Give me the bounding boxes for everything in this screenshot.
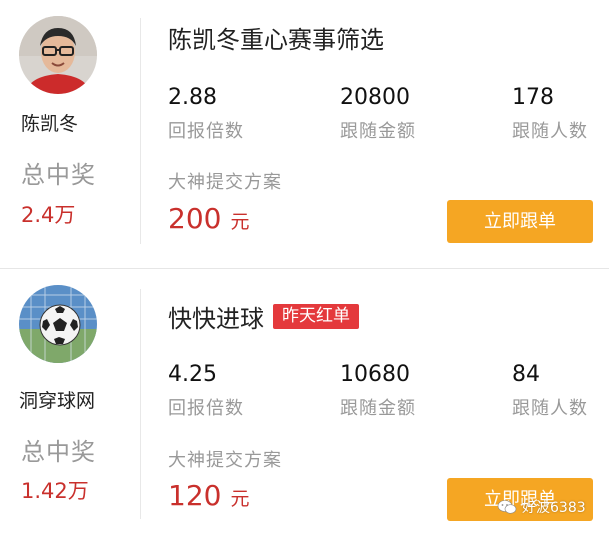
plan-label: 大神提交方案 (168, 450, 282, 471)
stat-value: 20800 (340, 85, 410, 110)
stat-label: 回报倍数 (168, 398, 244, 419)
column-divider (140, 18, 141, 244)
plan-title-row: 陈凯冬重心赛事筛选 (168, 20, 384, 55)
amount-unit: 元 (230, 488, 250, 510)
plan-title[interactable]: 快快进球 (168, 299, 264, 334)
user-photo-icon (19, 16, 97, 94)
stat-label: 跟随金额 (340, 398, 416, 419)
plan-amount: 200 元 (168, 202, 249, 235)
stat-follow-amount: 20800 跟随金额 (340, 85, 416, 143)
column-divider (140, 289, 141, 519)
wechat-icon (497, 500, 517, 514)
stat-value: 178 (512, 85, 554, 110)
follow-now-button[interactable]: 立即跟单 (447, 200, 593, 243)
amount-unit: 元 (230, 211, 250, 233)
stat-value: 84 (512, 362, 540, 387)
expert-profile: 陈凯冬 总中奖 2.4万 (0, 0, 118, 268)
stat-label: 跟随人数 (512, 121, 588, 142)
total-win-value: 2.4万 (21, 203, 76, 227)
expert-card: 洞穿球网 总中奖 1.42万 快快进球 昨天红单 4.25 回报倍数 10680… (0, 269, 609, 535)
stat-return-multiple: 4.25 回报倍数 (168, 362, 244, 420)
avatar[interactable] (19, 16, 97, 94)
stat-value: 10680 (340, 362, 410, 387)
expert-profile: 洞穿球网 总中奖 1.42万 (0, 269, 118, 535)
total-win-label: 总中奖 (21, 161, 96, 189)
plan-title[interactable]: 陈凯冬重心赛事筛选 (168, 20, 384, 55)
stat-label: 跟随人数 (512, 398, 588, 419)
stat-value: 2.88 (168, 85, 217, 110)
watermark-text: 好波6383 (522, 500, 586, 516)
stat-return-multiple: 2.88 回报倍数 (168, 85, 244, 143)
plan-title-row: 快快进球 昨天红单 (168, 299, 359, 334)
stat-follow-amount: 10680 跟随金额 (340, 362, 416, 420)
stat-follower-count: 84 跟随人数 (512, 362, 588, 420)
plan-label: 大神提交方案 (168, 172, 282, 193)
amount-value: 120 (168, 479, 222, 512)
amount-value: 200 (168, 202, 222, 235)
red-result-badge: 昨天红单 (273, 304, 359, 329)
stat-label: 回报倍数 (168, 121, 244, 142)
expert-name: 洞穿球网 (19, 390, 96, 412)
stat-value: 4.25 (168, 362, 217, 387)
stat-follower-count: 178 跟随人数 (512, 85, 588, 143)
total-win-label: 总中奖 (21, 438, 96, 466)
total-win-value: 1.42万 (21, 479, 89, 503)
plan-amount: 120 元 (168, 479, 249, 512)
expert-name: 陈凯冬 (21, 113, 79, 135)
soccer-ball-icon (19, 285, 97, 363)
watermark: 好波6383 (497, 497, 586, 517)
expert-card: 陈凯冬 总中奖 2.4万 陈凯冬重心赛事筛选 2.88 回报倍数 20800 跟… (0, 0, 609, 268)
stat-label: 跟随金额 (340, 121, 416, 142)
avatar[interactable] (19, 285, 97, 363)
